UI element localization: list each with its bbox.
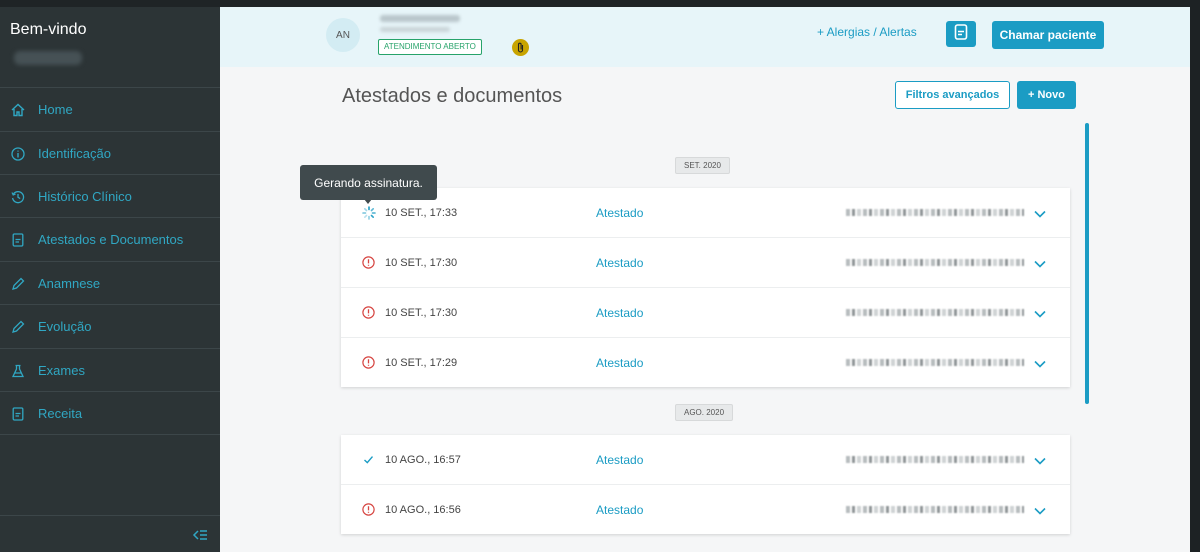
pencil-icon [10,319,26,335]
loading-spinner-icon [362,206,376,220]
document-icon [10,232,26,248]
document-datetime: 10 SET., 17:29 [385,357,458,369]
document-type[interactable]: Atestado [596,256,643,270]
page-title: Atestados e documentos [342,85,563,107]
sidebar-item-anamnese[interactable]: Anamnese [0,261,220,305]
avatar: AN [326,18,360,52]
document-type[interactable]: Atestado [596,306,643,320]
history-icon [10,189,26,205]
sidebar-item-home[interactable]: Home [0,87,220,131]
sidebar-item-historico[interactable]: Histórico Clínico [0,174,220,218]
sidebar-bottom-divider [0,515,220,516]
sidebar-divider [0,434,220,435]
allergies-alerts-link[interactable]: + Alergias / Alertas [817,25,917,39]
month-divider: AGO. 2020 [675,404,734,421]
top-strip [0,0,1200,7]
table-row[interactable]: 10 SET., 17:30 Atestado [341,288,1070,338]
call-patient-button[interactable]: Chamar paciente [992,21,1104,49]
error-icon [362,356,375,369]
sidebar-item-label: Atestados e Documentos [38,232,184,247]
professional-name-blurred [846,456,1024,463]
table-row[interactable]: 10 AGO., 16:57 Atestado [341,435,1070,485]
sidebar-item-label: Home [38,102,73,117]
document-type[interactable]: Atestado [596,453,643,467]
flask-icon [10,363,26,379]
table-row[interactable]: 10 AGO., 16:56 Atestado [341,485,1070,534]
window-edge [1190,0,1200,552]
status-badge: ATENDIMENTO ABERTO [378,39,482,55]
pencil-icon [10,276,26,292]
table-row[interactable]: 10 SET., 17:29 Atestado [341,338,1070,387]
document-type[interactable]: Atestado [596,206,643,220]
professional-name-blurred [846,259,1024,266]
sidebar-item-label: Identificação [38,146,111,161]
document-icon [954,23,968,45]
chevron-down-icon[interactable] [1033,306,1047,318]
sidebar-item-exames[interactable]: Exames [0,348,220,392]
chevron-down-icon[interactable] [1033,206,1047,218]
patient-info-blurred [380,27,450,32]
document-datetime: 10 AGO., 16:57 [385,454,461,466]
documents-button[interactable] [946,21,976,47]
sidebar-item-label: Exames [38,363,85,378]
document-datetime: 10 SET., 17:33 [385,207,458,219]
document-type[interactable]: Atestado [596,356,643,370]
error-icon [362,306,375,319]
welcome-text: Bem-vindo [10,21,87,38]
table-row[interactable]: 10 SET., 17:33 Atestado [341,188,1070,238]
new-button[interactable]: + Novo [1017,81,1076,109]
professional-name-blurred [846,209,1024,216]
chevron-down-icon[interactable] [1033,356,1047,368]
documents-card: 10 AGO., 16:57 Atestado 10 AGO., 16:56 A… [341,435,1070,534]
attachment-icon[interactable] [512,39,529,56]
advanced-filters-button[interactable]: Filtros avançados [895,81,1010,109]
month-divider: SET. 2020 [675,157,730,174]
chevron-down-icon[interactable] [1033,256,1047,268]
sidebar: Bem-vindo Home Identificação Histórico C… [0,7,220,552]
sidebar-item-label: Anamnese [38,276,101,291]
info-icon [10,146,26,162]
professional-name-blurred [846,359,1024,366]
professional-name-blurred [846,309,1024,316]
chevron-down-icon[interactable] [1033,453,1047,465]
error-icon [362,503,375,516]
sidebar-item-atestados[interactable]: Atestados e Documentos [0,217,220,261]
user-name-blurred [14,51,82,65]
error-icon [362,256,375,269]
sidebar-item-identificacao[interactable]: Identificação [0,131,220,175]
scrollbar[interactable] [1085,123,1089,404]
main-content: AN ATENDIMENTO ABERTO + Alergias / Alert… [220,7,1190,552]
sidebar-item-label: Receita [38,406,83,421]
document-datetime: 10 SET., 17:30 [385,307,458,319]
document-icon [10,406,26,422]
collapse-sidebar-icon[interactable] [192,528,208,542]
document-datetime: 10 AGO., 16:56 [385,504,461,516]
document-datetime: 10 SET., 17:30 [385,257,458,269]
tooltip-arrow [364,199,372,204]
check-icon [362,453,375,466]
documents-card: 10 SET., 17:33 Atestado 10 SET., 17:30 A… [341,188,1070,387]
sidebar-item-label: Histórico Clínico [38,189,132,204]
home-icon [10,102,26,118]
sidebar-item-evolucao[interactable]: Evolução [0,304,220,348]
chevron-down-icon[interactable] [1033,503,1047,515]
table-row[interactable]: 10 SET., 17:30 Atestado [341,238,1070,288]
patient-name-blurred [380,15,460,22]
document-type[interactable]: Atestado [596,503,643,517]
patient-header: AN ATENDIMENTO ABERTO + Alergias / Alert… [220,7,1190,67]
sidebar-item-label: Evolução [38,319,92,334]
tooltip: Gerando assinatura. [300,165,437,200]
professional-name-blurred [846,506,1024,513]
sidebar-item-receita[interactable]: Receita [0,391,220,435]
